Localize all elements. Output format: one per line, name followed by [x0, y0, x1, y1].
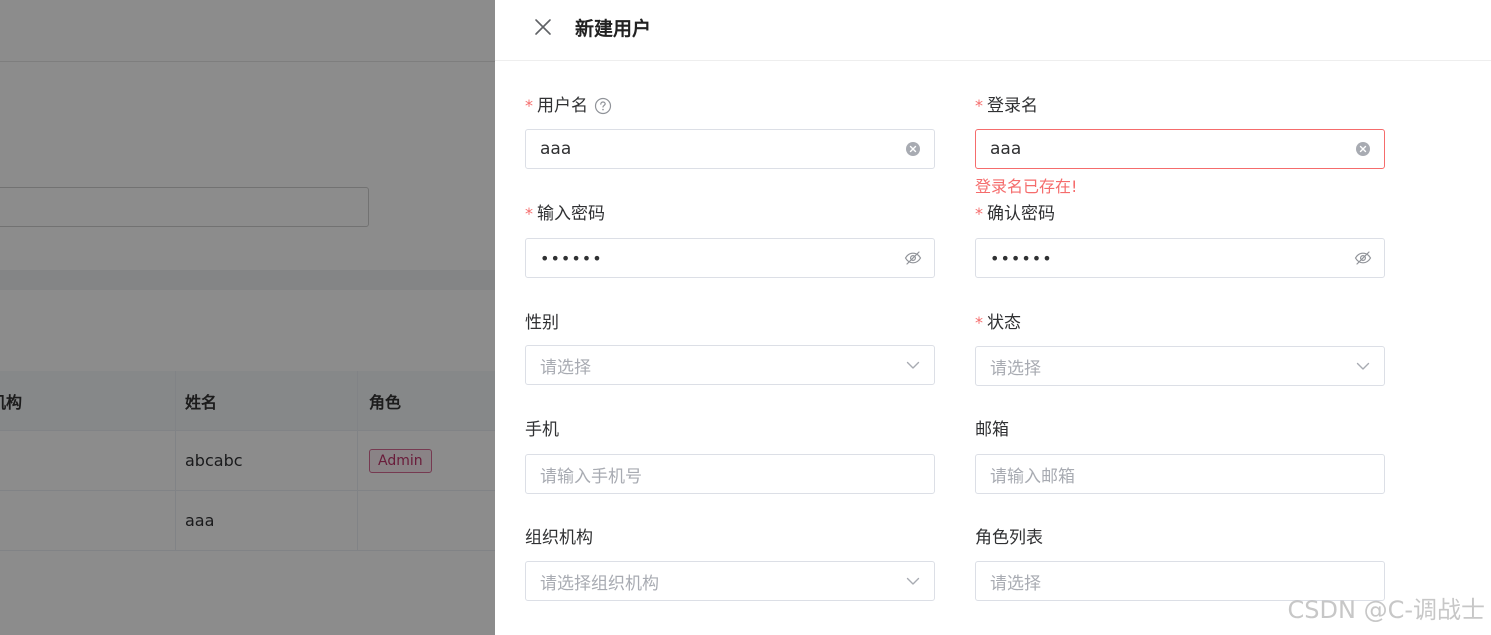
login-name-label: * 登录名 — [975, 94, 1385, 118]
form-item-login-name: * 登录名 aaa 登录名已存在! — [975, 94, 1385, 196]
form-item-password: * 输入密码 •••••• — [525, 202, 935, 278]
email-input-placeholder: 请输入邮箱 — [990, 466, 1075, 487]
roles-label-text: 角色列表 — [975, 528, 1043, 548]
confirm-password-input[interactable]: •••••• — [975, 238, 1385, 278]
org-label-text: 组织机构 — [525, 528, 593, 548]
confirm-password-label-text: 确认密码 — [987, 204, 1055, 224]
username-label: * 用户名 — [525, 94, 935, 118]
password-input-value: •••••• — [540, 248, 603, 268]
form-item-gender: 性别 请选择 — [525, 311, 935, 385]
form-item-username: * 用户名 aaa — [525, 94, 935, 169]
watermark: CSDN @C-调战士 — [1287, 596, 1485, 624]
modal-overlay[interactable] — [0, 0, 495, 635]
password-label: * 输入密码 — [525, 202, 935, 226]
gender-label: 性别 — [525, 311, 935, 335]
status-label-text: 状态 — [987, 313, 1021, 333]
phone-input[interactable]: 请输入手机号 — [525, 454, 935, 494]
org-label: 组织机构 — [525, 526, 935, 550]
gender-select[interactable]: 请选择 — [525, 345, 935, 385]
confirm-password-label: * 确认密码 — [975, 202, 1385, 226]
status-select[interactable]: 请选择 — [975, 346, 1385, 386]
email-label: 邮箱 — [975, 418, 1385, 442]
phone-label-text: 手机 — [525, 420, 559, 440]
drawer-header: 新建用户 — [495, 0, 1491, 61]
confirm-password-input-value: •••••• — [990, 248, 1053, 268]
login-name-label-text: 登录名 — [987, 96, 1038, 116]
roles-label: 角色列表 — [975, 526, 1385, 550]
question-circle-icon[interactable] — [594, 97, 612, 115]
chevron-down-icon[interactable] — [904, 356, 922, 374]
username-input[interactable]: aaa — [525, 129, 935, 169]
status-label: * 状态 — [975, 311, 1385, 335]
form-item-org: 组织机构 请选择组织机构 — [525, 526, 935, 601]
gender-select-placeholder: 请选择 — [540, 357, 591, 378]
gender-label-text: 性别 — [525, 313, 559, 333]
form-item-email: 邮箱 请输入邮箱 — [975, 418, 1385, 494]
form-item-roles: 角色列表 请选择 — [975, 526, 1385, 601]
eye-hidden-icon[interactable] — [904, 249, 922, 267]
status-select-placeholder: 请选择 — [990, 358, 1041, 379]
form-item-confirm-password: * 确认密码 •••••• — [975, 202, 1385, 278]
chevron-down-icon[interactable] — [1354, 357, 1372, 375]
login-name-error: 登录名已存在! — [975, 177, 1078, 196]
required-asterisk: * — [525, 204, 533, 223]
org-select-placeholder: 请选择组织机构 — [540, 573, 659, 594]
username-input-value: aaa — [540, 139, 572, 159]
close-icon[interactable] — [531, 15, 555, 39]
form-item-status: * 状态 请选择 — [975, 311, 1385, 386]
phone-input-placeholder: 请输入手机号 — [540, 466, 642, 487]
username-label-text: 用户名 — [537, 96, 588, 116]
email-input[interactable]: 请输入邮箱 — [975, 454, 1385, 494]
password-label-text: 输入密码 — [537, 204, 605, 224]
email-label-text: 邮箱 — [975, 420, 1009, 440]
eye-hidden-icon[interactable] — [1354, 249, 1372, 267]
clear-icon[interactable] — [904, 140, 922, 158]
create-user-drawer: 新建用户 * 用户名 aaa * 登录名 aaa 登录名已存在! * 输入密码 … — [495, 0, 1491, 635]
phone-label: 手机 — [525, 418, 935, 442]
clear-icon[interactable] — [1354, 140, 1372, 158]
login-name-input[interactable]: aaa — [975, 129, 1385, 169]
password-input[interactable]: •••••• — [525, 238, 935, 278]
chevron-down-icon[interactable] — [904, 572, 922, 590]
required-asterisk: * — [975, 313, 983, 332]
required-asterisk: * — [525, 96, 533, 115]
org-select[interactable]: 请选择组织机构 — [525, 561, 935, 601]
drawer-title: 新建用户 — [575, 18, 652, 40]
form-item-phone: 手机 请输入手机号 — [525, 418, 935, 494]
required-asterisk: * — [975, 204, 983, 223]
required-asterisk: * — [975, 96, 983, 115]
login-name-input-value: aaa — [990, 139, 1022, 159]
